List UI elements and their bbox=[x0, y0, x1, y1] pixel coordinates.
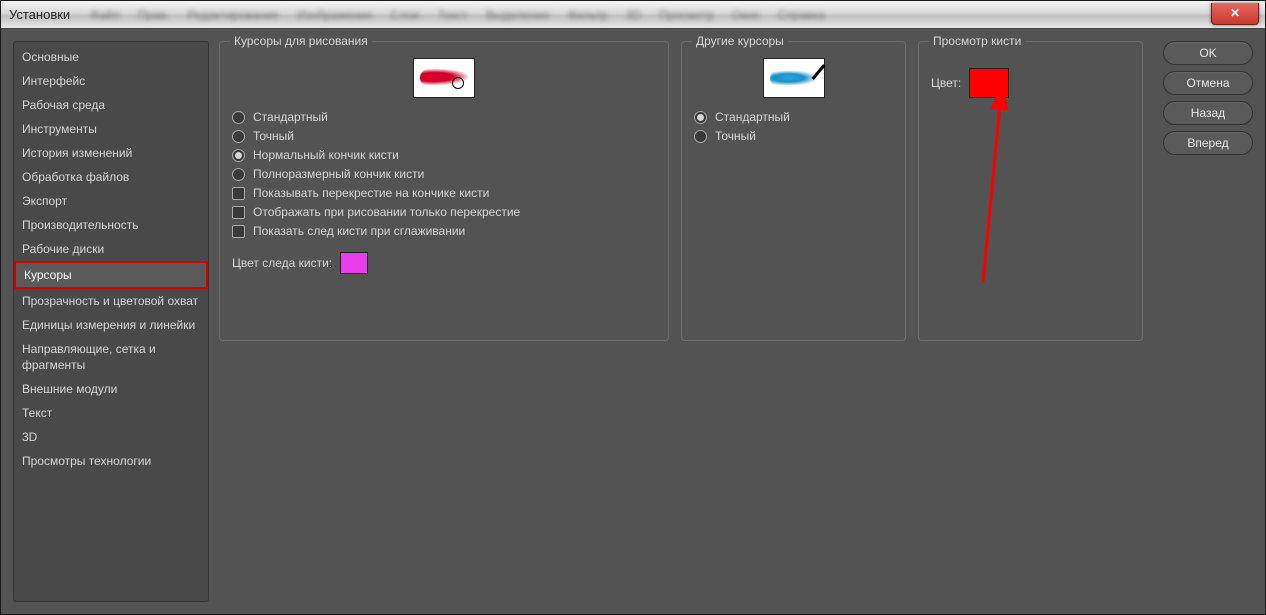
painting-cursor-radio-1[interactable] bbox=[232, 130, 245, 143]
other-cursor-radio-0[interactable] bbox=[694, 111, 707, 124]
sidebar-item-9[interactable]: Курсоры bbox=[14, 261, 208, 289]
painting-cursors-group: Курсоры для рисования СтандартныйТочныйН… bbox=[219, 41, 669, 341]
brush-trail-color-label: Цвет следа кисти: bbox=[232, 256, 332, 270]
sidebar-item-3[interactable]: Инструменты bbox=[14, 117, 208, 141]
background-menu-blur: ФайлПрав.РедактированиеИзображениеСлоиТе… bbox=[90, 8, 825, 22]
back-button[interactable]: Назад bbox=[1163, 101, 1253, 125]
sidebar-item-6[interactable]: Экспорт bbox=[14, 189, 208, 213]
panel-legend: Другие курсоры bbox=[692, 34, 788, 48]
sidebar-item-1[interactable]: Интерфейс bbox=[14, 69, 208, 93]
radio-label: Стандартный bbox=[253, 110, 328, 124]
annotation-arrow-icon bbox=[969, 87, 1009, 287]
brush-preview-color-label: Цвет: bbox=[931, 76, 961, 90]
sidebar-item-5[interactable]: Обработка файлов bbox=[14, 165, 208, 189]
sidebar-item-0[interactable]: Основные bbox=[14, 45, 208, 69]
panel-legend: Просмотр кисти bbox=[929, 34, 1025, 48]
sidebar-item-10[interactable]: Прозрачность и цветовой охват bbox=[14, 289, 208, 313]
sidebar-item-16[interactable]: Просмотры технологии bbox=[14, 449, 208, 473]
painting-cursor-radio-2[interactable] bbox=[232, 149, 245, 162]
painting-cursor-check-2[interactable] bbox=[232, 225, 245, 238]
checkbox-label: Показать след кисти при сглаживании bbox=[253, 224, 465, 238]
radio-label: Нормальный кончик кисти bbox=[253, 148, 399, 162]
painting-cursor-radio-0[interactable] bbox=[232, 111, 245, 124]
panel-legend: Курсоры для рисования bbox=[230, 34, 372, 48]
brush-preview-color-swatch[interactable] bbox=[969, 68, 1009, 98]
sidebar-item-14[interactable]: Текст bbox=[14, 401, 208, 425]
checkbox-label: Отображать при рисовании только перекрес… bbox=[253, 205, 520, 219]
close-icon: ✕ bbox=[1230, 6, 1240, 20]
radio-label: Полноразмерный кончик кисти bbox=[253, 167, 424, 181]
dialog-buttons: OK Отмена Назад Вперед bbox=[1163, 41, 1253, 602]
sidebar-item-13[interactable]: Внешние модули bbox=[14, 377, 208, 401]
radio-label: Стандартный bbox=[715, 110, 790, 124]
window-title: Установки bbox=[9, 7, 70, 22]
radio-label: Точный bbox=[715, 129, 756, 143]
painting-cursor-check-0[interactable] bbox=[232, 187, 245, 200]
painting-cursor-preview bbox=[413, 58, 475, 98]
brush-preview-group: Просмотр кисти Цвет: bbox=[918, 41, 1143, 341]
sidebar-item-7[interactable]: Производительность bbox=[14, 213, 208, 237]
sidebar-item-4[interactable]: История изменений bbox=[14, 141, 208, 165]
sidebar-item-12[interactable]: Направляющие, сетка и фрагменты bbox=[14, 337, 208, 377]
brush-trail-color-swatch[interactable] bbox=[340, 252, 368, 274]
painting-cursor-radio-3[interactable] bbox=[232, 168, 245, 181]
cancel-button[interactable]: Отмена bbox=[1163, 71, 1253, 95]
sidebar-item-8[interactable]: Рабочие диски bbox=[14, 237, 208, 261]
titlebar: Установки ФайлПрав.РедактированиеИзображ… bbox=[1, 1, 1265, 29]
other-cursors-group: Другие курсоры СтандартныйТочный bbox=[681, 41, 906, 341]
ok-button[interactable]: OK bbox=[1163, 41, 1253, 65]
painting-cursor-check-1[interactable] bbox=[232, 206, 245, 219]
sidebar-item-11[interactable]: Единицы измерения и линейки bbox=[14, 313, 208, 337]
checkbox-label: Показывать перекрестие на кончике кисти bbox=[253, 186, 489, 200]
radio-label: Точный bbox=[253, 129, 294, 143]
sidebar: ОсновныеИнтерфейсРабочая средаИнструмент… bbox=[13, 41, 209, 602]
sidebar-item-15[interactable]: 3D bbox=[14, 425, 208, 449]
forward-button[interactable]: Вперед bbox=[1163, 131, 1253, 155]
sidebar-item-2[interactable]: Рабочая среда bbox=[14, 93, 208, 117]
close-button[interactable]: ✕ bbox=[1211, 3, 1259, 25]
other-cursor-radio-1[interactable] bbox=[694, 130, 707, 143]
other-cursor-preview bbox=[763, 58, 825, 98]
